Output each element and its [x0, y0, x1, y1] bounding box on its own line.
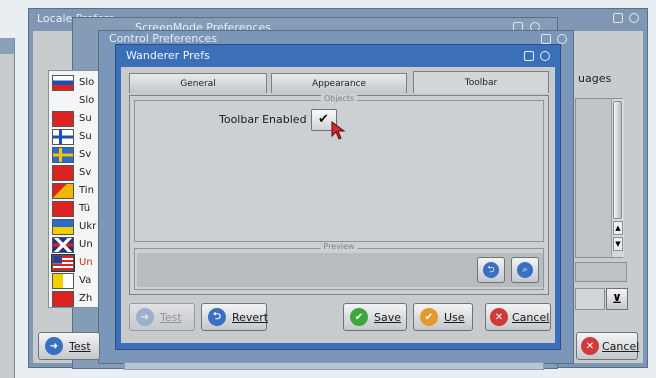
scroll-thumb[interactable]	[613, 101, 622, 219]
cancel-button[interactable]: ✕ Cancel	[485, 303, 551, 331]
language-item[interactable]: Su	[79, 131, 92, 142]
flag-sweden-icon	[52, 147, 74, 163]
flag-turkey-icon	[52, 201, 74, 217]
left-background-window	[0, 38, 15, 378]
status-strip	[124, 362, 544, 370]
language-item[interactable]: Slo	[79, 77, 94, 88]
languages-header: uages	[578, 72, 612, 85]
language-item[interactable]: Va	[79, 275, 91, 286]
check-mark-icon: ✔	[318, 112, 329, 127]
x-icon: ✕	[490, 308, 508, 326]
zoom-icon[interactable]	[629, 13, 639, 23]
locale-input-field[interactable]	[575, 262, 627, 282]
language-item[interactable]: Su	[79, 113, 92, 124]
scroll-down-icon[interactable]: ▼	[613, 237, 623, 251]
use-button[interactable]: ✔ Use	[413, 303, 473, 331]
background-test-button[interactable]: ➜ Test	[38, 332, 100, 360]
zoom-icon[interactable]	[540, 51, 550, 61]
language-item[interactable]: Zh	[79, 293, 92, 304]
depth-icon[interactable]	[541, 34, 551, 44]
chevron-down-icon[interactable]: ⊻	[606, 288, 628, 310]
save-button[interactable]: ✔ Save	[343, 303, 407, 331]
zoom-icon[interactable]	[557, 34, 567, 44]
depth-icon[interactable]	[613, 13, 623, 23]
flag-eritrea-icon	[52, 183, 74, 199]
mouse-pointer-icon	[331, 121, 346, 140]
objects-legend: Objects	[320, 94, 358, 103]
flag-placeholder	[52, 93, 74, 109]
flag-finland-icon	[52, 129, 74, 145]
revert-button[interactable]: ⮌ Revert	[201, 303, 268, 331]
flag-ukraine-icon	[52, 219, 74, 235]
checkmark-icon: ✔	[420, 308, 438, 326]
tab-toolbar[interactable]: Toolbar	[413, 71, 549, 93]
language-item[interactable]: Sv	[79, 149, 91, 160]
test-button[interactable]: ➜ Test	[129, 303, 195, 331]
language-item[interactable]: Un	[79, 257, 93, 268]
flag-uk-icon	[52, 237, 74, 253]
wanderer-prefs-window: Wanderer Prefs General Appearance Toolba…	[115, 44, 561, 350]
background-cancel-button[interactable]: ✕ Cancel	[576, 332, 639, 360]
preview-back-icon[interactable]: ⮌	[477, 257, 505, 283]
flag-china-icon	[52, 291, 74, 307]
preview-group: Preview ⮌ ⌕	[134, 242, 544, 290]
language-item[interactable]: Tin	[79, 185, 94, 196]
flag-slovenia-icon	[52, 75, 74, 91]
language-item[interactable]: Slo	[79, 95, 94, 106]
arrow-icon: ➜	[45, 337, 63, 355]
language-item[interactable]: Tü	[79, 203, 90, 214]
flag-swiss-icon	[52, 111, 74, 127]
toolbar-tab-panel: Objects Toolbar Enabled ✔ Preview ⮌ ⌕	[129, 94, 549, 295]
arrow-icon: ➜	[136, 308, 154, 326]
tab-general[interactable]: General	[129, 73, 267, 93]
wanderer-body: General Appearance Toolbar Objects Toolb…	[121, 67, 555, 343]
preview-search-icon[interactable]: ⌕	[511, 257, 539, 283]
scroll-up-icon[interactable]: ▲	[613, 221, 623, 235]
preview-legend: Preview	[320, 242, 358, 251]
toolbar-enabled-label: Toolbar Enabled	[219, 113, 307, 126]
locale-dropdown-field[interactable]	[575, 288, 605, 310]
flag-usa-icon	[51, 254, 75, 272]
language-item[interactable]: Sv	[79, 167, 91, 178]
tab-bar: General Appearance Toolbar	[129, 71, 549, 95]
arrow-back-icon: ⮌	[208, 308, 226, 326]
language-item[interactable]: Un	[79, 239, 93, 250]
tab-appearance[interactable]: Appearance	[271, 73, 407, 93]
flag-vatican-icon	[52, 273, 74, 289]
wanderer-title: Wanderer Prefs	[126, 49, 210, 62]
language-item[interactable]: Ukr	[79, 221, 96, 232]
objects-group: Objects Toolbar Enabled ✔	[134, 94, 544, 242]
x-icon: ✕	[581, 337, 599, 355]
checkmark-icon: ✔	[350, 308, 368, 326]
scrollbar[interactable]: ▲ ▼	[611, 99, 624, 257]
flag-swiss-icon	[52, 165, 74, 181]
depth-icon[interactable]	[524, 51, 534, 61]
